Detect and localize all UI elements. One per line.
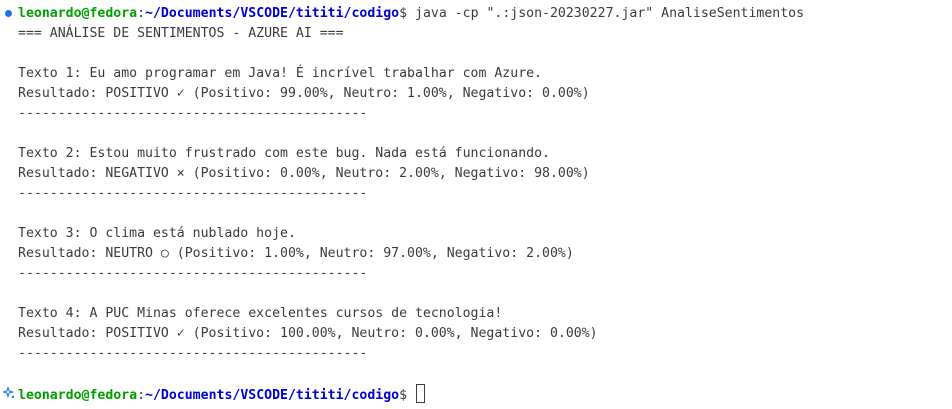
output-title-line: === ANÁLISE DE SENTIMENTOS - AZURE AI ==… <box>18 26 344 41</box>
prompt-path: ~/Documents/VSCODE/tititi/codigo <box>145 6 400 21</box>
prompt-user-host: leonardo@fedora <box>18 6 138 21</box>
prompt-line-command: leonardo@fedora:~/Documents/VSCODE/titit… <box>18 4 804 24</box>
prompt-line-current: leonardo@fedora:~/Documents/VSCODE/titit… <box>18 384 426 404</box>
prompt-user-host-current: leonardo@fedora <box>18 388 138 403</box>
prompt-separator-current: : <box>137 388 146 403</box>
output-result-1: Resultado: POSITIVO ✓ (Positivo: 99.00%,… <box>18 86 590 101</box>
output-result-3: Resultado: NEUTRO ○ (Positivo: 1.00%, Ne… <box>18 246 574 261</box>
prompt-symbol-current: $ <box>399 388 416 403</box>
output-text-3: Texto 3: O clima está nublado hoje. <box>18 226 296 241</box>
prompt-path-current: ~/Documents/VSCODE/tititi/codigo <box>145 388 400 403</box>
output-separator-3: ----------------------------------------… <box>18 266 368 281</box>
terminal-output[interactable]: leonardo@fedora:~/Documents/VSCODE/titit… <box>0 0 952 409</box>
terminal-cursor[interactable] <box>416 384 426 403</box>
output-separator-1: ----------------------------------------… <box>18 106 368 121</box>
output-separator-2: ----------------------------------------… <box>18 186 368 201</box>
output-separator-4: ----------------------------------------… <box>18 346 368 361</box>
prompt-separator: : <box>137 6 146 21</box>
output-result-4: Resultado: POSITIVO ✓ (Positivo: 100.00%… <box>18 326 598 341</box>
sparkle-icon[interactable] <box>3 387 15 399</box>
output-text-2: Texto 2: Estou muito frustrado com este … <box>18 146 550 161</box>
command-text: java -cp ".:json-20230227.jar" AnaliseSe… <box>415 6 805 21</box>
command-status-dot-icon[interactable] <box>5 10 12 17</box>
output-text-1: Texto 1: Eu amo programar em Java! É inc… <box>18 66 543 81</box>
output-text-4: Texto 4: A PUC Minas oferece excelentes … <box>18 306 503 321</box>
output-result-2: Resultado: NEGATIVO × (Positivo: 0.00%, … <box>18 166 590 181</box>
prompt-symbol: $ <box>399 6 416 21</box>
